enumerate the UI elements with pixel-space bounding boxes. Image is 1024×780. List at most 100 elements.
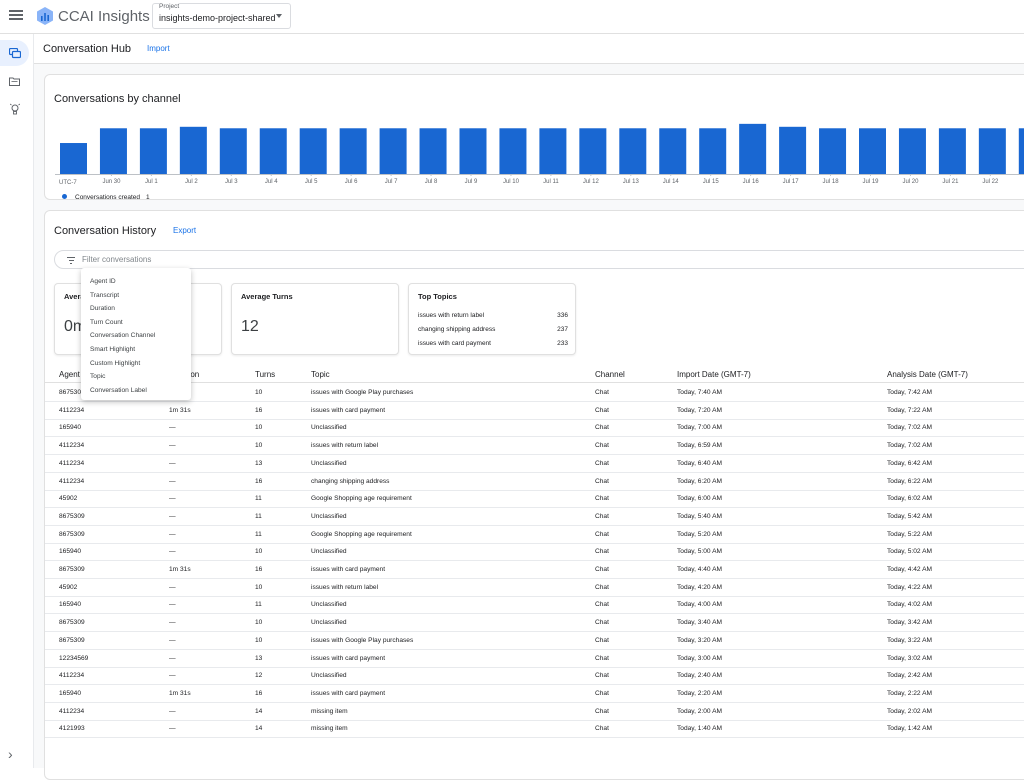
filter-option[interactable]: Agent ID (81, 275, 191, 289)
duration-cell: — (169, 725, 176, 733)
table-row[interactable]: 8675309 — 11 Google Shopping age requiremen… (45, 526, 1024, 544)
chart-bar (259, 128, 287, 174)
chart-bar (978, 128, 1006, 174)
export-button[interactable]: Export (173, 226, 196, 235)
table-row[interactable]: 4112234 1m 31s 16 issues with card payment C… (45, 402, 1024, 420)
import-date-cell: Today, 5:20 AM (677, 530, 722, 538)
topic-cell: issues with card payment (311, 654, 386, 662)
channel-cell: Chat (595, 424, 609, 432)
channel-cell: Chat (595, 566, 609, 573)
chart-tick-label: Jul 17 (783, 179, 800, 185)
topic-cell: changing shipping address (311, 477, 390, 485)
analysis-date-cell: Today, 7:02 AM (887, 442, 932, 450)
conversations-chart: Jun 30 Jul 1 Jul 2 Jul 3 Jul 4 Jul 5 Jul 6 Jul … (55, 123, 1024, 201)
channel-cell: Chat (595, 495, 609, 503)
agent-id-cell: 8675309 (59, 619, 85, 627)
topic-cell: Unclassified (311, 548, 347, 556)
import-date-cell: Today, 3:20 AM (677, 636, 722, 644)
nav-conversations[interactable] (0, 40, 29, 66)
chat-icon (8, 47, 21, 58)
table-row[interactable]: 4112234 — 13 Unclassified Chat Today, 6:40 AM… (45, 455, 1024, 473)
filter-options-menu: Agent ID Transcript Duration Turn Count Conv… (81, 268, 191, 400)
table-row[interactable]: 4112234 — 10 issues with return label Chat To… (45, 437, 1024, 456)
table-row[interactable]: 45902 — 10 issues with return label Chat Toda… (45, 579, 1024, 597)
filter-icon[interactable] (67, 257, 75, 266)
table-row[interactable]: 4121993 — 14 missing item Chat Today, 1:40 AM… (45, 720, 1024, 739)
channel-cell: Chat (595, 442, 609, 450)
filter-option[interactable]: Conversation Channel (81, 329, 191, 343)
table-row[interactable]: 4112234 — 14 missing item Chat Today, 2:00 AM… (45, 703, 1024, 721)
duration-cell: — (169, 707, 176, 715)
import-date-cell: Today, 2:00 AM (677, 707, 722, 715)
table-header: Agent ID Duration Turns Topic Channel Im… (45, 365, 1024, 383)
table-row[interactable]: 165940 — 10 Unclassified Chat Today, 7:00 AM T… (45, 419, 1024, 438)
project-selector[interactable]: Project insights-demo-project-shared (152, 3, 291, 29)
chevron-right-icon[interactable]: › (8, 746, 13, 762)
turns-cell: 12 (255, 672, 263, 680)
table-row[interactable]: 165940 — 10 Unclassified Chat Today, 5:00 AM T… (45, 543, 1024, 562)
table-row[interactable]: 165940 1m 31s 16 issues with card payment Ch… (45, 685, 1024, 703)
import-date-cell: Today, 4:40 AM (677, 566, 722, 573)
duration-cell: — (169, 459, 176, 467)
filter-option[interactable]: Transcript (81, 289, 191, 303)
duration-cell: 1m 31s (169, 406, 191, 414)
table-row[interactable]: 165940 — 11 Unclassified Chat Today, 4:00 AM T… (45, 596, 1024, 615)
top-topic-name: changing shipping address (418, 326, 496, 333)
channel-cell: Chat (595, 636, 609, 644)
filter-option[interactable]: Custom Highlight (81, 357, 191, 371)
table-row[interactable]: 4112234 — 16 changing shipping address Chat T… (45, 473, 1024, 491)
chart-bar (819, 128, 847, 174)
import-date-cell: Today, 1:40 AM (677, 725, 722, 733)
column-header-channel[interactable]: Channel (595, 370, 625, 379)
legend-value: 1 (146, 194, 150, 201)
filter-option[interactable]: Conversation Label (81, 384, 191, 398)
chart-tick-label: Jul 6 (345, 179, 358, 185)
import-button[interactable]: Import (147, 44, 170, 53)
topic-cell: missing item (311, 725, 348, 733)
filter-option[interactable]: Topic (81, 370, 191, 384)
nav-folders[interactable] (0, 68, 29, 94)
left-nav-rail: › (0, 34, 34, 768)
table-row[interactable]: 8675309 — 10 Unclassified Chat Today, 3:40 AM… (45, 614, 1024, 633)
turns-cell: 10 (255, 442, 263, 450)
duration-cell: 1m 31s (169, 689, 191, 697)
table-row[interactable]: 12234569 — 13 issues with card payment Chat T… (45, 650, 1024, 668)
chart-tick-label: Jul 21 (942, 179, 959, 185)
duration-cell: — (169, 442, 176, 450)
topic-cell: Unclassified (311, 619, 347, 627)
filter-input[interactable]: Filter conversations (82, 255, 151, 264)
topic-cell: issues with card payment (311, 689, 386, 697)
agent-id-cell: 45902 (59, 583, 78, 591)
table-row[interactable]: 8675309 — 11 Unclassified Chat Today, 5:40 AM… (45, 508, 1024, 526)
menu-icon[interactable] (8, 8, 24, 24)
column-header-topic[interactable]: Topic (311, 370, 330, 379)
filter-bar[interactable]: Filter conversations (54, 250, 1024, 269)
filter-option[interactable]: Smart Highlight (81, 343, 191, 357)
topic-cell: issues with return label (311, 583, 379, 591)
turns-cell: 13 (255, 654, 263, 662)
duration-cell: — (169, 495, 176, 503)
column-header-analysis-date[interactable]: Analysis Date (GMT-7) (887, 370, 968, 379)
analysis-date-cell: Today, 2:42 AM (887, 672, 932, 680)
turns-cell: 10 (255, 424, 263, 432)
table-row[interactable]: 45902 — 11 Google Shopping age requirement C… (45, 490, 1024, 509)
column-header-turns[interactable]: Turns (255, 370, 275, 379)
table-row[interactable]: 8675309 1m 31s 16 issues with card payment C… (45, 561, 1024, 579)
chart-axis-note: UTC-7 (59, 180, 77, 186)
filter-option[interactable]: Duration (81, 302, 191, 316)
table-row[interactable]: 8675309 10 issues with Google Play purchas… (45, 384, 1024, 402)
average-turns-label: Average Turns (241, 292, 293, 301)
chart-tick-label: Jun 30 (102, 179, 121, 185)
chart-bar (219, 128, 247, 174)
nav-insights[interactable] (0, 96, 29, 122)
analysis-date-cell: Today, 4:42 AM (887, 566, 932, 573)
column-header-import-date[interactable]: Import Date (GMT-7) (677, 370, 751, 379)
agent-id-cell: 8675309 (59, 530, 85, 538)
filter-option[interactable]: Turn Count (81, 316, 191, 330)
table-row[interactable]: 4112234 — 12 Unclassified Chat Today, 2:40 AM… (45, 667, 1024, 686)
chart-bar (938, 128, 966, 174)
chart-bar (419, 128, 447, 174)
table-row[interactable]: 8675309 — 10 issues with Google Play purcha… (45, 632, 1024, 650)
topic-cell: Unclassified (311, 424, 347, 432)
chart-bar (539, 128, 567, 174)
